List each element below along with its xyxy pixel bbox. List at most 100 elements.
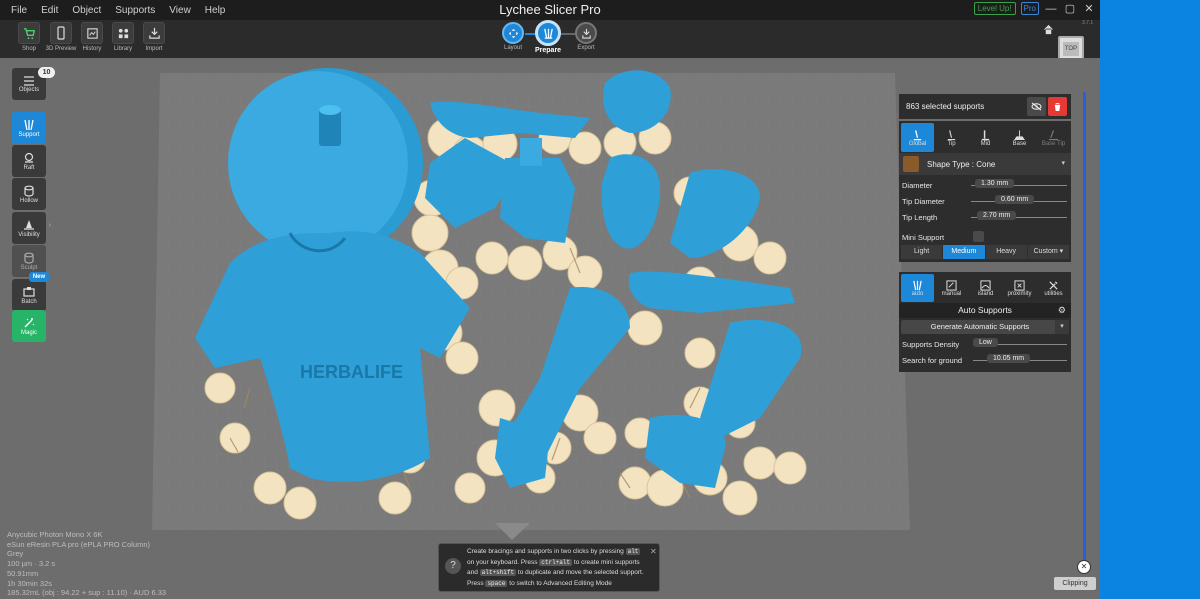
chevron-down-icon: ▾ [1061, 160, 1065, 167]
mini-support-checkbox[interactable] [973, 231, 984, 242]
batch-tool-button[interactable]: Batch [12, 279, 46, 311]
chevron-right-icon: › [48, 222, 51, 229]
main-toolbar: Shop 3D Preview History Library Import L… [0, 20, 1100, 62]
visibility-tool-button[interactable]: Visibility › [12, 212, 51, 244]
mid-icon [981, 129, 990, 140]
menu-view[interactable]: View [162, 5, 198, 16]
base-tip-icon [1048, 129, 1059, 140]
home-icon[interactable] [1043, 22, 1054, 40]
generate-options-dropdown[interactable]: ▾ [1055, 320, 1069, 334]
delete-selection-button[interactable] [1048, 97, 1067, 116]
raft-tool-button[interactable]: Raft [12, 145, 46, 177]
auto-icon [913, 280, 922, 290]
cart-icon [23, 27, 35, 39]
menu-help[interactable]: Help [198, 5, 233, 16]
height-info: 50.91mm [7, 568, 39, 578]
wizard-hat-icon [24, 219, 34, 230]
stage-export[interactable]: Export [575, 22, 597, 51]
hollow-tool-button[interactable]: Hollow [12, 178, 46, 210]
stage-prepare[interactable]: Prepare [535, 20, 561, 54]
new-badge: New [29, 272, 49, 282]
tip-length-value[interactable]: 2.70 mm [977, 211, 1017, 220]
version-label: 3.7.1 [1082, 20, 1094, 26]
import-button[interactable]: Import [140, 22, 168, 52]
cone-icon [903, 156, 919, 172]
app-window: File Edit Object Supports View Help Lych… [0, 0, 1200, 599]
clipping-close-icon[interactable]: ✕ [1077, 560, 1091, 574]
mode-utilities[interactable]: utilities [1037, 274, 1070, 302]
menu-supports[interactable]: Supports [108, 5, 162, 16]
mode-manual[interactable]: manual [935, 274, 968, 302]
resin-color: Grey [7, 549, 24, 559]
minimize-icon[interactable]: — [1044, 3, 1058, 15]
batch-icon [23, 286, 35, 297]
selection-header: 863 selected supports [899, 94, 1071, 119]
trash-icon [1053, 102, 1062, 111]
resin-name: eSun eResin PLA pro (ePLA PRO Column) [7, 539, 150, 549]
tab-tip[interactable]: Tip [935, 123, 968, 152]
preset-light[interactable]: Light [901, 245, 943, 259]
volume-info: 185.32mL (obj : 94.22 + sup : 11.10) · A… [7, 588, 167, 598]
settings-gear-icon[interactable]: ⚙ [1058, 305, 1066, 316]
tip-icon [947, 129, 956, 140]
density-row: Supports Density Low [899, 337, 1071, 351]
hide-selection-button[interactable] [1027, 97, 1046, 116]
tab-base-tip[interactable]: Base Tip [1037, 123, 1070, 152]
library-icon [118, 28, 128, 38]
base-icon [1014, 129, 1025, 140]
mode-island[interactable]: island [969, 274, 1002, 302]
island-icon [980, 279, 991, 291]
objects-count-badge: 10 [38, 67, 55, 78]
menu-object[interactable]: Object [65, 5, 108, 16]
diameter-row: Diameter 1.30 mm [899, 178, 1071, 192]
svg-text:HERBALIFE: HERBALIFE [300, 362, 403, 382]
manual-icon [946, 279, 957, 291]
density-value[interactable]: Low [973, 338, 998, 347]
hollow-icon [24, 185, 34, 197]
tab-global[interactable]: Global [901, 123, 934, 152]
preset-medium[interactable]: Medium [943, 245, 985, 259]
tools-icon [1049, 280, 1058, 290]
clipping-button[interactable]: Clipping [1054, 577, 1096, 590]
close-icon[interactable]: ✕ [1082, 2, 1096, 15]
shape-type-select[interactable]: Shape Type : Cone ▾ [899, 153, 1071, 175]
pro-badge[interactable]: Pro [1020, 2, 1039, 15]
tip-diameter-value[interactable]: 0.60 mm [995, 195, 1035, 204]
tab-mid[interactable]: Mid [969, 123, 1002, 152]
diameter-value[interactable]: 1.30 mm [975, 179, 1015, 188]
layout-icon [508, 28, 518, 38]
clipping-slider-track[interactable] [1083, 92, 1086, 562]
stage-layout[interactable]: Layout [502, 22, 524, 51]
list-icon [24, 75, 34, 86]
menu-bar: File Edit Object Supports View Help [4, 5, 232, 16]
mode-proximity[interactable]: proximity [1003, 274, 1036, 302]
3d-preview-button[interactable]: 3D Preview [46, 22, 76, 52]
print-info: Anycubic Photon Mono X 6K eSun eResin PL… [7, 530, 166, 598]
printer-name: Anycubic Photon Mono X 6K [7, 530, 103, 539]
menu-edit[interactable]: Edit [34, 5, 65, 16]
time-info: 1h 30min 32s [7, 578, 53, 588]
magic-wand-icon [24, 317, 35, 327]
auto-supports-panel: auto manual island proximity utilities A… [899, 272, 1071, 372]
preset-heavy[interactable]: Heavy [985, 245, 1027, 259]
search-ground-value[interactable]: 10.05 mm [987, 354, 1031, 363]
question-icon: ? [445, 558, 461, 574]
export-icon [581, 28, 591, 39]
support-tool-button[interactable]: Support [12, 112, 46, 144]
view-cube-face: TOP [1063, 42, 1079, 56]
tip-length-row: Tip Length 2.70 mm [899, 210, 1071, 224]
maximize-icon[interactable]: ▢ [1063, 2, 1077, 15]
history-button[interactable]: History [78, 22, 106, 52]
level-up-button[interactable]: Level Up! [973, 2, 1016, 15]
tooltip-text: Create bracings and supports in two clic… [467, 548, 644, 587]
raft-icon [24, 152, 34, 163]
hint-tooltip: ? ✕ Create bracings and supports in two … [438, 543, 660, 592]
library-button[interactable]: Library [109, 22, 137, 52]
generate-supports-button[interactable]: Generate Automatic Supports ▾ [901, 320, 1069, 334]
mode-auto[interactable]: auto [901, 274, 934, 302]
menu-file[interactable]: File [4, 5, 34, 16]
tab-base[interactable]: Base [1003, 123, 1036, 152]
shop-button[interactable]: Shop [15, 22, 43, 52]
preset-custom[interactable]: Custom ▾ [1027, 245, 1069, 259]
magic-tool-button[interactable]: Magic [12, 310, 46, 342]
